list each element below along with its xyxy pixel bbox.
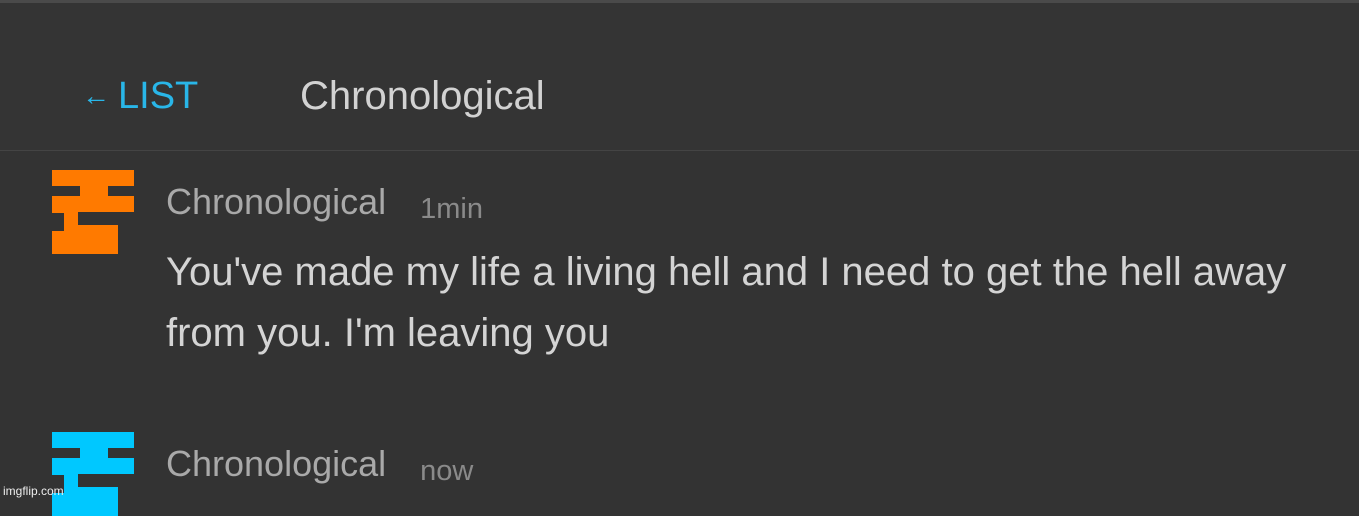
back-to-list-label: LIST [118,75,199,117]
message-meta: Chronological now [166,443,474,488]
message-text: You've made my life a living hell and I … [166,250,1287,355]
imgflip-watermark: imgflip.com [3,484,64,498]
message-author: Chronological [166,443,387,484]
message-meta: Chronological 1min [166,181,483,226]
message-item: Chronological 1min You've made my life a … [0,168,1359,368]
back-arrow-icon: ← [82,80,110,111]
header-divider [0,150,1359,151]
message-timestamp: now [420,455,474,487]
conversation-title: Chronological [300,74,545,118]
message-author: Chronological [166,181,387,222]
back-to-list-button[interactable]: ← LIST [82,75,198,120]
message-timestamp: 1min [420,193,483,225]
user-avatar-icon [52,432,134,516]
message-item: Chronological now [0,430,1359,516]
avatar-shape [52,170,134,254]
conversation-header: ← LIST Chronological [0,3,1359,150]
user-avatar-icon [52,170,134,254]
avatar-shape [52,432,134,516]
